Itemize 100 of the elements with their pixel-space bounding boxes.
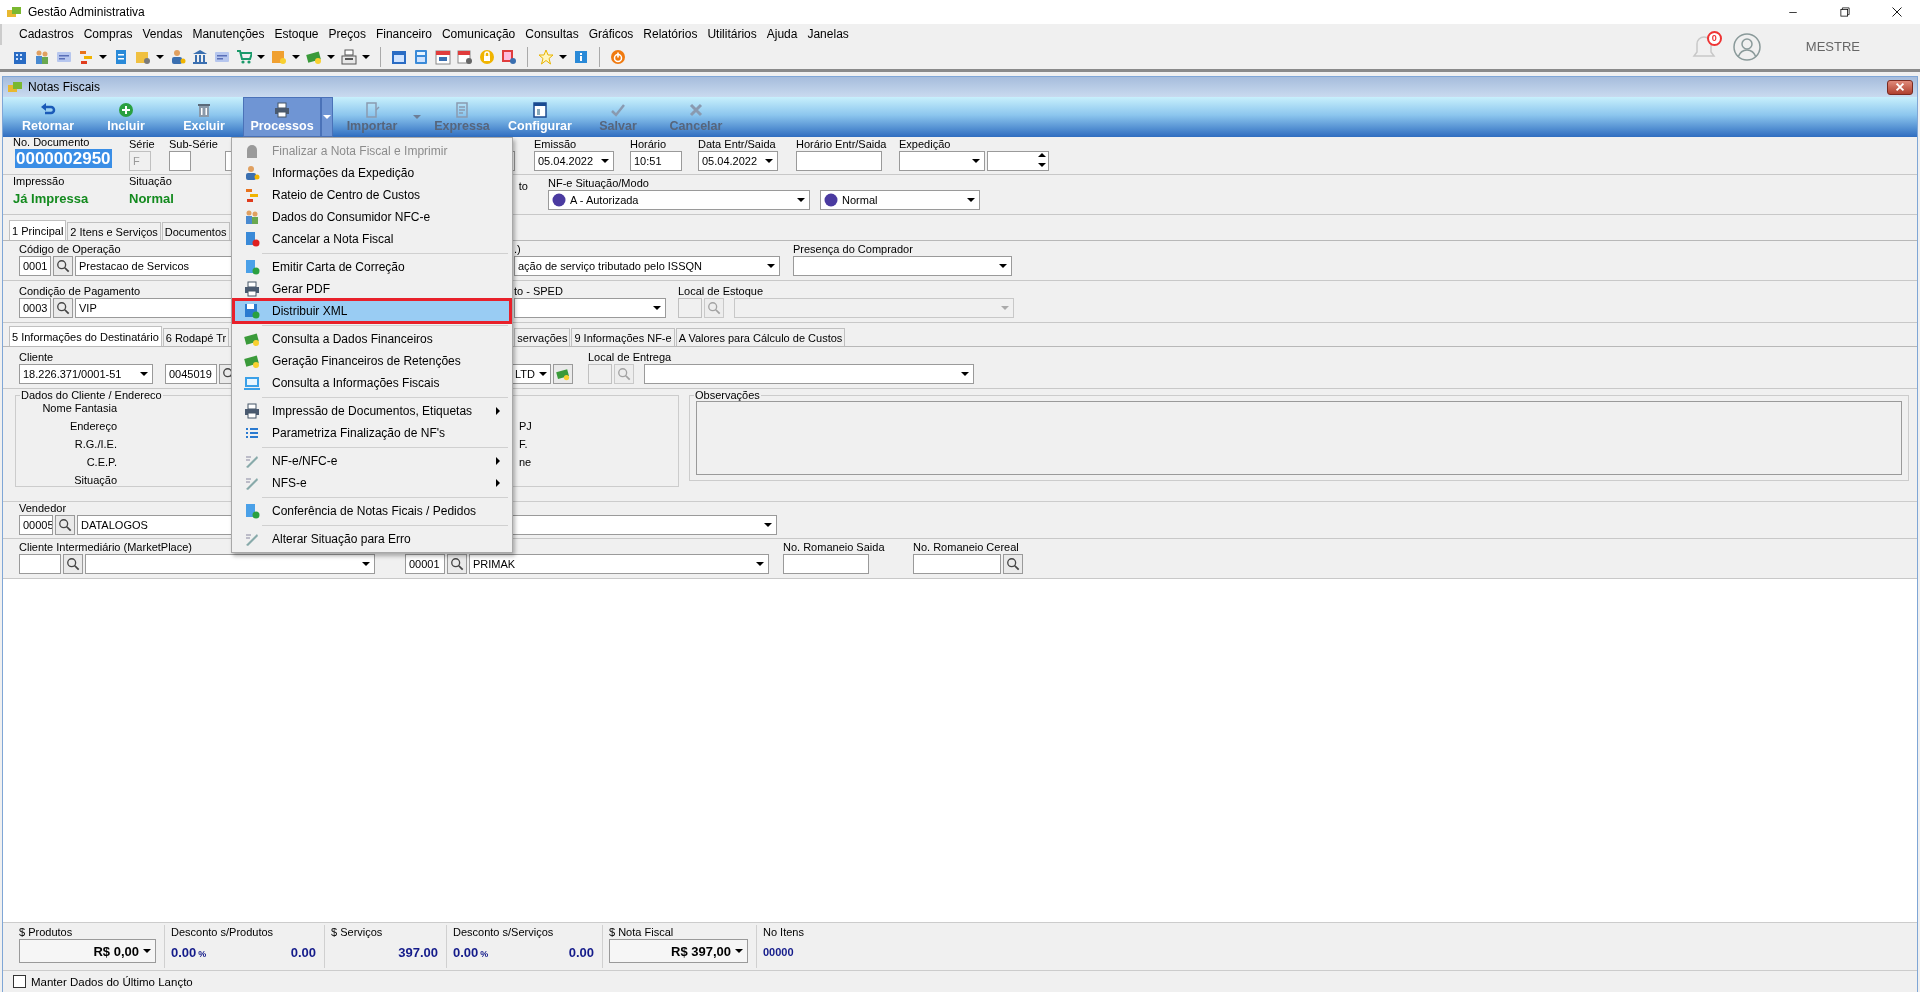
status-text: Normal	[129, 190, 174, 208]
field-label: No. Documento	[13, 135, 90, 149]
dropdown-field[interactable]: R$ 397,00	[609, 939, 748, 963]
menu-item[interactable]: Distribuir XML	[234, 300, 510, 322]
menu-item[interactable]: Financeiro	[370, 25, 437, 44]
field-label: Local de Entrega	[588, 350, 672, 364]
field-label: Desconto s/Serviços	[453, 925, 554, 939]
discount-percent: 0.00	[171, 944, 197, 960]
field-label: Horário Entr/Saida	[796, 137, 887, 151]
dropdown-field[interactable]: 05.04.2022	[698, 151, 778, 171]
dropdown-field[interactable]: A - Autorizada	[548, 190, 810, 210]
item-count: 00000	[763, 946, 794, 958]
field-label: C.E.P.	[85, 455, 117, 470]
field-label: Local de Estoque	[678, 284, 763, 298]
field-label: No Itens	[763, 925, 804, 939]
dropdown-field[interactable]: 05.04.2022	[534, 151, 614, 171]
dropdown-field[interactable]: PRIMAK	[469, 554, 769, 574]
user-name: MESTRE	[1805, 39, 1860, 54]
menu-item[interactable]: Cancelar a Nota Fiscal	[234, 228, 510, 250]
tab[interactable]: 5 Informações do Destinatário	[9, 326, 162, 346]
menu-item[interactable]: Consulta a Informações Fiscais	[234, 372, 510, 394]
percent-sign: %	[198, 948, 207, 959]
status-text: Já Impressa	[13, 190, 89, 208]
menu-item[interactable]: Parametriza Finalização de NF's	[234, 422, 510, 444]
field-label: Condição de Pagamento	[19, 284, 141, 298]
field-label: Nome Fantasia	[41, 401, 117, 416]
window-title: Notas Fiscais	[28, 80, 101, 94]
field-label: Expedição	[899, 137, 951, 151]
field-label: Desconto s/Produtos	[171, 925, 274, 939]
tab[interactable]: 9 Informações NF-e	[571, 328, 675, 346]
menu-item[interactable]: Relatórios	[638, 25, 703, 44]
field-label: $ Serviços	[331, 925, 383, 939]
tab[interactable]: A Valores para Cálculo de Custos	[675, 328, 846, 346]
field-label: NF-e Situação/Modo	[548, 176, 649, 190]
discount-value: 0.00	[568, 944, 594, 960]
field-label: Situação	[73, 473, 117, 488]
menu-item[interactable]: NF-e/NFC-e	[234, 450, 510, 472]
menu-item[interactable]: NFS-e	[234, 472, 510, 494]
field-label: to - SPED	[514, 284, 563, 298]
field-label: Código de Operação	[19, 242, 121, 256]
field-label: Presença do Comprador	[793, 242, 913, 256]
tab[interactable]: 6 Rodapé Tr	[162, 328, 230, 346]
notification-count: 0	[1706, 30, 1722, 46]
field-label: Endereço	[68, 419, 117, 434]
menu-item[interactable]: Preços	[323, 25, 371, 44]
dropdown-field[interactable]: 18.226.371/0001-51	[19, 364, 153, 384]
field-label: R.G./I.E.	[73, 437, 117, 452]
field-label: Cliente Intermediário (MarketPlace)	[19, 540, 192, 554]
menu-item[interactable]: Comunicação	[436, 25, 521, 44]
field-label: Situação	[129, 174, 172, 188]
menu-item[interactable]: Utilitários	[702, 25, 762, 44]
menu-item[interactable]: Rateio de Centro de Custos	[234, 184, 510, 206]
field-label: $ Produtos	[19, 925, 73, 939]
tab[interactable]: 2 Itens e Serviços	[67, 222, 161, 240]
tab[interactable]: servações	[514, 328, 571, 346]
menu-item[interactable]: Compras	[78, 25, 138, 44]
discount-value: 0.00	[290, 944, 316, 960]
dropdown-field[interactable]: R$ 0,00	[19, 939, 156, 963]
field-label: Data Entr/Saida	[698, 137, 776, 151]
discount-percent: 0.00	[453, 944, 479, 960]
dropdown-field[interactable]: Normal	[820, 190, 980, 210]
menu-item[interactable]: Consulta a Dados Financeiros	[234, 328, 510, 350]
tab[interactable]: 1 Principal	[9, 220, 67, 240]
text-field[interactable]: 10:51	[630, 151, 682, 171]
field-label: Sub-Série	[169, 137, 218, 151]
amount-value: 397.00	[398, 944, 438, 960]
menu-item[interactable]: Janelas	[802, 25, 854, 44]
field-label: .)	[514, 242, 521, 256]
menu-item[interactable]: Estoque	[269, 25, 324, 44]
menu-item[interactable]: Impressão de Documentos, Etiquetas	[234, 400, 510, 422]
field-label: ne	[519, 455, 533, 469]
tab[interactable]: Documentos	[161, 222, 230, 240]
menu-item[interactable]: Manutenções	[187, 25, 270, 44]
field-label: Horário	[630, 137, 667, 151]
field-label: Série	[129, 137, 155, 151]
menu-item[interactable]: Informações da Expedição	[234, 162, 510, 184]
menu-item[interactable]: Vendas	[137, 25, 188, 44]
text-field[interactable]: 00001	[405, 554, 445, 574]
menu-item[interactable]: Cadastros	[14, 25, 79, 44]
menu-item[interactable]: Gráficos	[583, 25, 639, 44]
percent-sign: %	[480, 948, 489, 959]
dropdown-field[interactable]: LTD	[511, 364, 551, 384]
text-field[interactable]: 0045019	[165, 364, 217, 384]
field-label: $ Nota Fiscal	[609, 925, 674, 939]
field-label: to	[518, 179, 528, 193]
checkbox-label: Manter Dados do Último Lançto	[31, 975, 193, 988]
menu-item[interactable]: Dados do Consumidor NFC-e	[234, 206, 510, 228]
field-label: Impressão	[13, 174, 65, 188]
menu-item[interactable]: Ajuda	[761, 25, 803, 44]
app-title: Gestão Administrativa	[28, 5, 145, 19]
text-field[interactable]: 0003	[19, 298, 51, 318]
field-label: PJ	[519, 419, 533, 433]
menu-item[interactable]: Gerar PDF	[234, 278, 510, 300]
menu-item[interactable]: Consultas	[520, 25, 584, 44]
menu-item[interactable]: Geração Financeiros de Retenções	[234, 350, 510, 372]
group-title: Observações	[694, 389, 761, 401]
group-title: Dados do Cliente / Endereco	[20, 389, 163, 401]
text-field[interactable]: 0001	[19, 256, 51, 276]
dropdown-field[interactable]: ação de serviço tributado pelo ISSQN	[514, 256, 780, 276]
field-label: Vendedor	[19, 501, 67, 515]
